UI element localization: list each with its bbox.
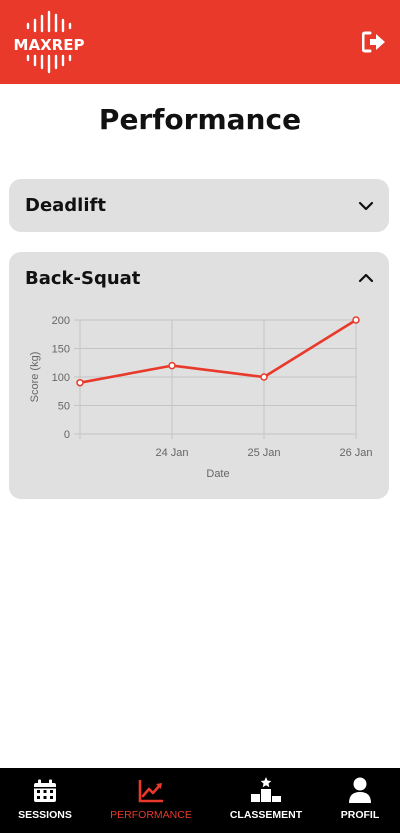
calendar-icon xyxy=(34,779,56,802)
x-tick-label: 25 Jan xyxy=(247,447,280,459)
performance-chart: 0 50 100 150 200 24 Jan 25 Jan 26 Jan Score (kg… xyxy=(29,315,373,480)
tab-profil[interactable]: PROFIL xyxy=(330,768,390,833)
data-point xyxy=(168,361,176,370)
chevron-down-icon[interactable] xyxy=(357,200,375,212)
tab-label: CLASSEMENT xyxy=(229,809,303,821)
x-tick-label: 24 Jan xyxy=(155,447,188,459)
chart-line-icon xyxy=(138,780,163,803)
series-line xyxy=(79,318,357,384)
bottom-tab-bar: SESSIONS PERFORMANCE CLASSEMENT PROFIL xyxy=(0,768,400,833)
exercise-title: Deadlift xyxy=(25,195,106,216)
logout-button[interactable] xyxy=(361,31,386,53)
exercise-card-deadlift[interactable]: Deadlift xyxy=(9,179,389,232)
user-icon xyxy=(349,777,371,803)
y-tick-label: 0 xyxy=(64,429,70,441)
y-tick-label: 150 xyxy=(52,344,70,356)
page-title: Performance xyxy=(98,103,302,136)
app-header: MAXREP xyxy=(0,0,400,84)
data-point xyxy=(352,316,360,324)
logout-icon xyxy=(361,31,385,53)
y-axis-label: Score (kg) xyxy=(29,352,41,403)
exercise-card-back-squat[interactable]: Back-Squat 0 50 100 150 200 24 Jan 25 Jan 26 Ja… xyxy=(9,252,389,499)
tab-performance[interactable]: PERFORMANCE xyxy=(100,768,202,833)
exercise-title: Back-Squat xyxy=(25,268,141,289)
logo-text: MAXREP xyxy=(14,36,85,54)
x-tick-label: 26 Jan xyxy=(339,447,372,459)
maxrep-logo[interactable]: MAXREP xyxy=(12,10,88,74)
tab-label: PERFORMANCE xyxy=(110,809,192,821)
tab-classement[interactable]: CLASSEMENT xyxy=(222,768,310,833)
x-axis-label: Date xyxy=(206,468,229,480)
y-tick-label: 100 xyxy=(52,372,70,384)
logo-waveform-icon: MAXREP xyxy=(14,10,85,74)
tab-label: PROFIL xyxy=(340,809,380,821)
chevron-up-icon[interactable] xyxy=(357,272,375,284)
tab-sessions[interactable]: SESSIONS xyxy=(0,768,90,833)
data-point xyxy=(76,378,84,387)
y-tick-label: 50 xyxy=(58,401,70,413)
podium-icon xyxy=(251,777,281,802)
tab-label: SESSIONS xyxy=(18,809,72,821)
y-tick-label: 200 xyxy=(52,315,70,327)
data-point xyxy=(260,373,268,381)
